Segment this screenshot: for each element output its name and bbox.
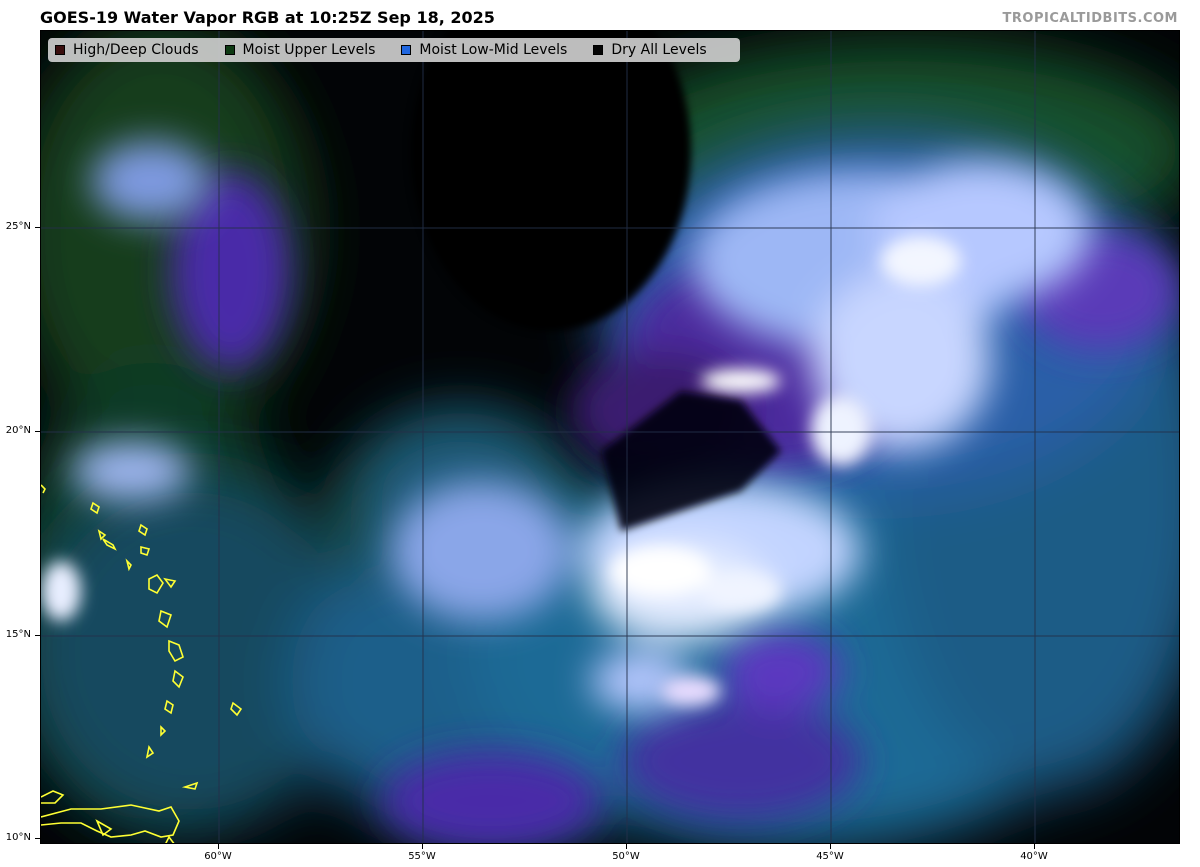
legend-label: Dry All Levels [611, 42, 707, 58]
legend-label: Moist Upper Levels [242, 42, 376, 58]
legend-swatch [55, 45, 65, 55]
lon-tick-45w: 45°W [800, 844, 860, 862]
lat-tick-10n: 10°N [0, 832, 40, 843]
water-vapor-imagery [41, 31, 1179, 843]
legend-swatch [593, 45, 604, 55]
legend-item-high-deep-clouds: High/Deep Clouds [55, 42, 199, 58]
satellite-image: High/Deep Clouds Moist Upper Levels Mois… [40, 30, 1180, 844]
lon-tick-40w: 40°W [1004, 844, 1064, 862]
lat-tick-25n: 25°N [0, 221, 40, 232]
lat-tick-20n: 20°N [0, 425, 40, 436]
legend-swatch [401, 45, 412, 55]
legend-item-moist-low-mid-levels: Moist Low-Mid Levels [401, 42, 567, 58]
legend-label: Moist Low-Mid Levels [419, 42, 568, 58]
lon-tick-50w: 50°W [596, 844, 656, 862]
legend-label: High/Deep Clouds [73, 42, 199, 58]
legend-item-dry-all-levels: Dry All Levels [593, 42, 707, 58]
map-title: GOES-19 Water Vapor RGB at 10:25Z Sep 18… [40, 8, 495, 27]
lon-tick-60w: 60°W [188, 844, 248, 862]
lon-tick-55w: 55°W [392, 844, 452, 862]
legend-item-moist-upper-levels: Moist Upper Levels [224, 42, 376, 58]
lat-tick-15n: 15°N [0, 629, 40, 640]
legend-swatch [224, 45, 235, 55]
map-legend: High/Deep Clouds Moist Upper Levels Mois… [48, 38, 740, 62]
site-brand: TROPICALTIDBITS.COM [1002, 11, 1178, 26]
